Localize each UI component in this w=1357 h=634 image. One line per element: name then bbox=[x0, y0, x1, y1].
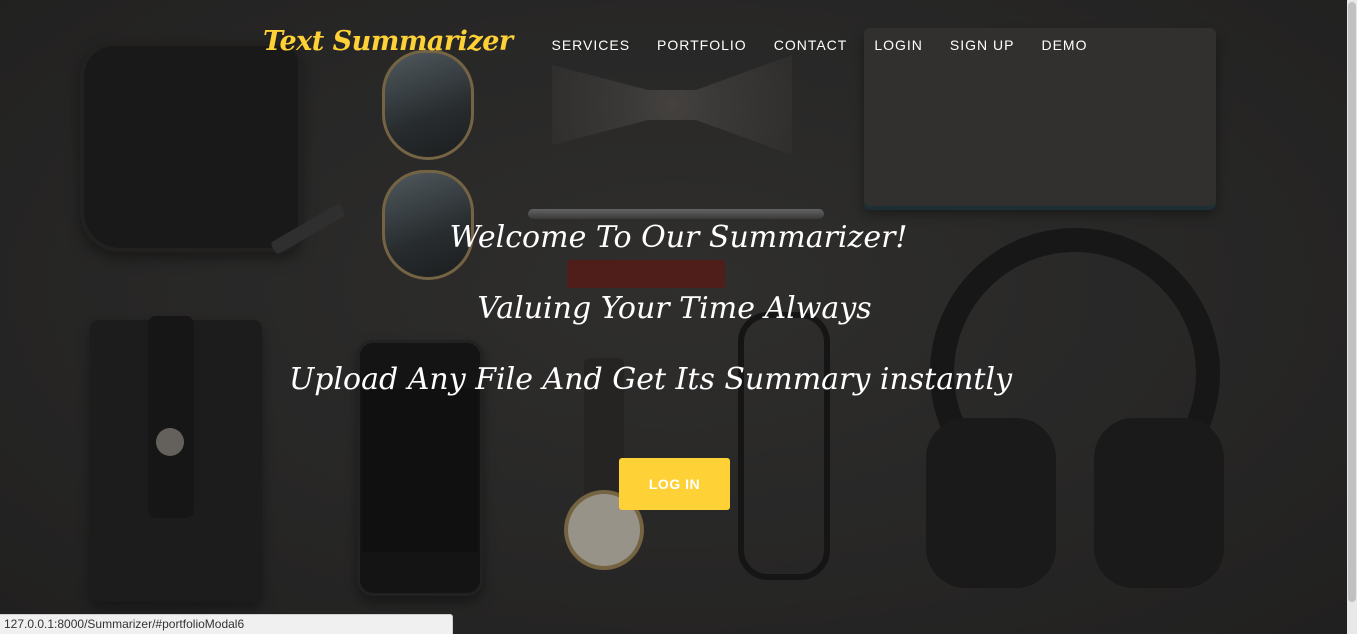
main-nav: SERVICES PORTFOLIO CONTACT LOGIN SIGN UP… bbox=[538, 36, 1101, 54]
browser-status-bar: 127.0.0.1:8000/Summarizer/#portfolioModa… bbox=[0, 614, 453, 634]
hero-tagline: Upload Any File And Get Its Summary inst… bbox=[288, 362, 1013, 397]
nav-item-login[interactable]: LOGIN bbox=[861, 36, 937, 54]
nav-item-demo[interactable]: DEMO bbox=[1028, 36, 1101, 54]
hero-subheading: Valuing Your Time Always bbox=[477, 291, 872, 326]
vertical-scrollbar[interactable] bbox=[1347, 0, 1357, 634]
nav-item-portfolio[interactable]: PORTFOLIO bbox=[644, 36, 761, 54]
hero-section: Text Summarizer SERVICES PORTFOLIO CONTA… bbox=[0, 0, 1357, 634]
scrollbar-thumb[interactable] bbox=[1348, 2, 1356, 602]
brand-logo[interactable]: Text Summarizer bbox=[263, 26, 513, 57]
nav-item-signup[interactable]: SIGN UP bbox=[936, 36, 1028, 54]
nav-item-services[interactable]: SERVICES bbox=[538, 36, 644, 54]
login-button[interactable]: LOG IN bbox=[619, 458, 730, 510]
hero-heading: Welcome To Our Summarizer! bbox=[449, 220, 908, 255]
nav-item-contact[interactable]: CONTACT bbox=[760, 36, 861, 54]
